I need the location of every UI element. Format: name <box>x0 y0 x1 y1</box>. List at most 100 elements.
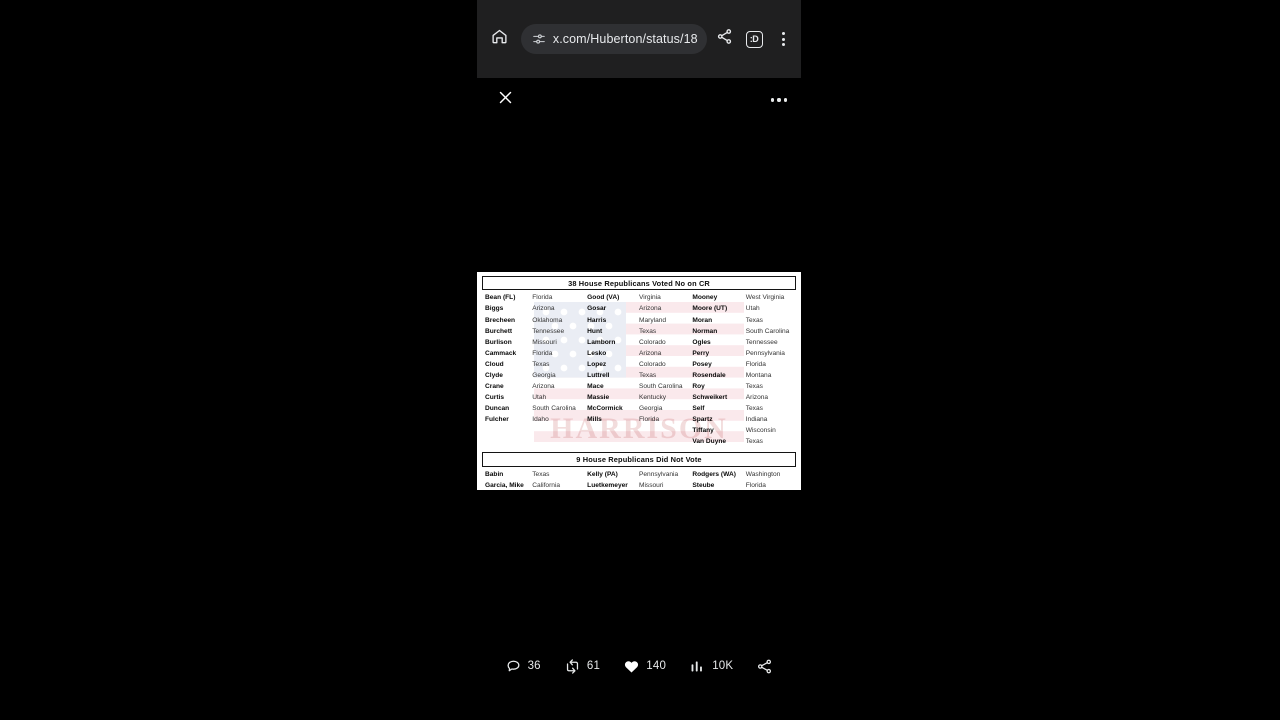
legislator-state: Arizona <box>745 393 769 401</box>
legislator-name: Roy <box>692 382 705 390</box>
legislator-state <box>532 425 587 436</box>
legislator-state: Florida <box>638 416 660 424</box>
legislator-state: Virginia <box>638 294 661 302</box>
screen: x.com/Huberton/status/18 :D HARRISON 38 … <box>0 0 1280 720</box>
legislator-name: Lopez <box>587 360 607 368</box>
post-actions-bar: 36 61 140 10K <box>477 646 801 686</box>
home-button[interactable] <box>483 22 517 56</box>
legislator-state: Georgia <box>638 405 663 413</box>
table-row: Cammack Florida Lesko Arizona Perry Penn… <box>482 348 796 359</box>
legislator-name: Hunt <box>587 327 603 335</box>
legislator-state: Missouri <box>532 338 557 346</box>
legislator-name: Garcia, Mike <box>485 481 524 489</box>
legislator-name: Curtis <box>485 393 505 401</box>
share-button[interactable] <box>709 22 739 56</box>
browser-toolbar: x.com/Huberton/status/18 :D <box>477 0 801 78</box>
legislator-name: McCormick <box>587 405 623 413</box>
url-text: x.com/Huberton/status/18 <box>552 32 697 46</box>
legislator-state: Tennessee <box>532 327 565 335</box>
image-content: 38 House Republicans Voted No on CR Bean… <box>477 272 801 490</box>
more-options-icon <box>770 98 788 102</box>
share-icon <box>716 28 733 50</box>
legislator-name: Fulcher <box>485 416 509 424</box>
legislator-state: Florida <box>745 481 766 489</box>
legislator-name: Clyde <box>485 371 503 379</box>
legislator-state: Arizona <box>638 305 662 313</box>
legislator-name: Luetkemeyer <box>587 481 628 489</box>
legislator-name: Steube <box>692 481 715 489</box>
legislator-state: Texas <box>745 316 763 324</box>
legislator-name: Massie <box>587 393 610 401</box>
legislator-state: Arizona <box>532 305 555 313</box>
legislator-name: Gosar <box>587 305 607 313</box>
legislator-name: Burlison <box>485 338 512 346</box>
legislator-name: Rodgers (WA) <box>692 470 736 478</box>
legislator-name: Crane <box>485 382 504 390</box>
legislator-state: Pennsylvania <box>745 349 785 357</box>
home-icon <box>491 28 508 50</box>
legislator-state: Colorado <box>638 360 666 368</box>
table-row: Bean (FL) Florida Good (VA) Virginia Moo… <box>482 292 796 303</box>
analytics-icon <box>689 658 706 675</box>
legislator-state: Texas <box>745 405 763 413</box>
like-button[interactable]: 140 <box>623 658 666 675</box>
legislator-name <box>587 425 639 436</box>
browser-menu-button[interactable] <box>769 22 797 56</box>
legislator-state: South Carolina <box>638 382 683 390</box>
repost-button[interactable]: 61 <box>564 658 600 675</box>
legislator-name <box>482 425 532 436</box>
legislator-state: Oklahoma <box>532 316 563 324</box>
legislator-state: Arizona <box>638 349 662 357</box>
legislator-name: Self <box>692 405 705 413</box>
legislator-name: Duncan <box>485 405 510 413</box>
legislator-name: Cloud <box>485 360 504 368</box>
did-not-vote-table: Babin Texas Kelly (PA) Pennsylvania Rodg… <box>482 469 796 490</box>
table-row: Biggs Arizona Gosar Arizona Moore (UT) U… <box>482 303 796 314</box>
share-post-button[interactable] <box>756 658 773 675</box>
legislator-state: South Carolina <box>745 327 790 335</box>
post-image[interactable]: HARRISON 38 House Republicans Voted No o… <box>477 272 801 490</box>
page-settings-icon[interactable] <box>532 32 546 46</box>
table-row: Clyde Georgia Luttrell Texas Rosendale M… <box>482 370 796 381</box>
legislator-state <box>639 436 692 447</box>
legislator-state: Florida <box>745 360 766 368</box>
legislator-name: Perry <box>692 349 710 357</box>
legislator-state: Idaho <box>532 416 549 424</box>
legislator-state: California <box>532 481 561 489</box>
repost-count: 61 <box>586 660 601 672</box>
section-two-title: 9 House Republicans Did Not Vote <box>482 452 796 467</box>
legislator-name: Lamborn <box>587 338 616 346</box>
legislator-state: West Virginia <box>745 294 785 302</box>
legislator-state: Utah <box>532 393 547 401</box>
legislator-name <box>587 436 639 447</box>
close-icon <box>498 90 513 110</box>
legislator-name: Brecheen <box>485 316 516 324</box>
table-row: Burlison Missouri Lamborn Colorado Ogles… <box>482 337 796 348</box>
legislator-state: Indiana <box>745 416 768 424</box>
legislator-name: Tiffany <box>692 427 714 435</box>
more-options-button[interactable] <box>765 86 793 114</box>
share-icon <box>756 658 773 675</box>
reply-button[interactable]: 36 <box>505 658 541 675</box>
legislator-state: Arizona <box>532 382 555 390</box>
address-bar[interactable]: x.com/Huberton/status/18 <box>520 24 707 54</box>
legislator-name: Bean (FL) <box>485 294 516 302</box>
legislator-name: Moran <box>692 316 713 324</box>
legislator-name: Luttrell <box>587 371 610 379</box>
legislator-state: Pennsylvania <box>638 470 679 478</box>
table-row: Tiffany Wisconsin <box>482 425 796 436</box>
legislator-state: Wisconsin <box>745 427 776 435</box>
legislator-name: Rosendale <box>692 371 726 379</box>
desktop-site-button[interactable]: :D <box>739 22 769 56</box>
legislator-state: Tennessee <box>745 338 778 346</box>
legislator-name: Cammack <box>485 349 517 357</box>
legislator-name: Posey <box>692 360 712 368</box>
legislator-state: Georgia <box>532 371 556 379</box>
legislator-name: Biggs <box>485 305 504 313</box>
table-row: Burchett Tennessee Hunt Texas Norman Sou… <box>482 326 796 337</box>
close-button[interactable] <box>491 86 519 114</box>
repost-icon <box>564 658 581 675</box>
legislator-state: South Carolina <box>532 405 576 413</box>
did-not-vote-body: Babin Texas Kelly (PA) Pennsylvania Rodg… <box>482 469 796 490</box>
views-button[interactable]: 10K <box>689 658 733 675</box>
